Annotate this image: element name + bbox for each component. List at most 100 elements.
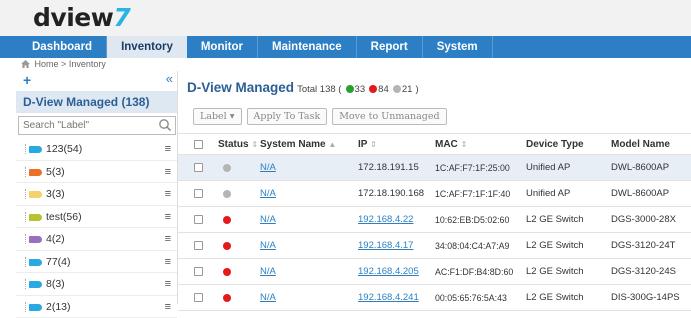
label-menu-icon[interactable]: ≡ xyxy=(165,233,171,245)
label-tag-icon xyxy=(29,214,42,221)
device-type: Unified AP xyxy=(526,181,606,207)
table-row[interactable]: N/A192.168.4.1734:08:04:C4:A7:A9L2 GE Sw… xyxy=(178,233,691,259)
device-type: L2 GE Switch xyxy=(526,233,606,259)
nav-inventory[interactable]: Inventory xyxy=(107,36,187,58)
ip-address[interactable]: 192.168.4.241 xyxy=(358,292,419,303)
label-item-text: 5(3) xyxy=(46,166,65,178)
nav-report[interactable]: Report xyxy=(357,36,423,58)
drag-handle-icon[interactable] xyxy=(25,167,27,177)
gray-status-dot xyxy=(393,85,401,93)
mac-address: 00:05:65:76:5A:43 xyxy=(435,285,525,311)
label-item-text: 123(54) xyxy=(46,143,82,155)
nav-system[interactable]: System xyxy=(423,36,493,58)
column-model-name[interactable]: Model Name xyxy=(611,134,691,156)
label-menu-icon[interactable]: ≡ xyxy=(165,188,171,200)
label-tag-icon xyxy=(29,259,42,266)
nav-maintenance[interactable]: Maintenance xyxy=(258,36,357,58)
page-title-text: D-View Managed xyxy=(187,80,294,95)
model-name: DGS-3000-28X xyxy=(611,207,691,233)
drag-handle-icon[interactable] xyxy=(25,279,27,289)
label-search xyxy=(18,116,175,136)
ip-address[interactable]: 192.168.4.17 xyxy=(358,240,413,251)
label-item[interactable]: test(56)≡ xyxy=(16,206,177,229)
label-dropdown-button[interactable]: Label ▾ xyxy=(193,108,242,125)
label-tag-icon xyxy=(29,236,42,243)
table-row[interactable]: N/A192.168.4.2210:62:EB:D5:02:60L2 GE Sw… xyxy=(178,207,691,233)
label-search-input[interactable] xyxy=(18,116,176,135)
nav-monitor[interactable]: Monitor xyxy=(187,36,258,58)
ip-address[interactable]: 192.168.4.205 xyxy=(358,266,419,277)
row-checkbox[interactable] xyxy=(194,215,203,224)
column-system-name[interactable]: System Name ▲ xyxy=(260,134,350,156)
label-menu-icon[interactable]: ≡ xyxy=(165,301,171,313)
label-menu-icon[interactable]: ≡ xyxy=(165,256,171,268)
device-table: Status ⇕ System Name ▲ IP ⇕ MAC ⇕ Device… xyxy=(178,133,691,311)
drag-handle-icon[interactable] xyxy=(25,234,27,244)
table-row[interactable]: N/A192.168.4.24100:05:65:76:5A:43L2 GE S… xyxy=(178,285,691,311)
apply-to-task-button[interactable]: Apply To Task xyxy=(247,108,328,125)
ip-address: 172.18.191.15 xyxy=(358,162,419,173)
row-checkbox[interactable] xyxy=(194,241,203,250)
table-row[interactable]: N/A 172.18.190.168 1C:AF:F7:1F:1F:40Unifie… xyxy=(178,181,691,207)
row-checkbox[interactable] xyxy=(194,267,203,276)
nav-dashboard[interactable]: Dashboard xyxy=(0,36,107,58)
collapse-sidebar-icon[interactable]: « xyxy=(166,71,173,86)
main-panel: D-View Managed Total 138 ( 33 84 21 ) La… xyxy=(178,71,691,304)
column-mac[interactable]: MAC ⇕ xyxy=(435,134,525,156)
label-item[interactable]: 8(3)≡ xyxy=(16,273,177,296)
label-item[interactable]: 3(3) ≡ xyxy=(16,183,177,206)
row-checkbox[interactable] xyxy=(194,189,203,198)
ip-address[interactable]: 192.168.4.22 xyxy=(358,214,413,225)
device-type: L2 GE Switch xyxy=(526,259,606,285)
move-to-unmanaged-button[interactable]: Move to Unmanaged xyxy=(332,108,446,125)
system-name-link[interactable]: N/A xyxy=(260,292,276,303)
label-menu-icon[interactable]: ≡ xyxy=(165,143,171,155)
row-checkbox[interactable] xyxy=(194,293,203,302)
count-close: ) xyxy=(415,84,418,95)
column-status[interactable]: Status ⇕ xyxy=(218,134,258,156)
label-item[interactable]: 77(4) ≡ xyxy=(16,251,177,274)
home-icon xyxy=(21,60,30,68)
breadcrumb-separator: > xyxy=(61,59,66,69)
table-row[interactable]: N/A172.18.191.151C:AF:F7:1F:25:00Unified… xyxy=(178,155,691,181)
label-sidebar: + « D-View Managed (138) 123(54)≡5(3)≡3(… xyxy=(16,71,178,304)
drag-handle-icon[interactable] xyxy=(25,212,27,222)
breadcrumb-home-link[interactable]: Home xyxy=(35,59,59,69)
drag-handle-icon[interactable] xyxy=(25,257,27,267)
search-icon[interactable] xyxy=(158,118,172,132)
add-label-icon[interactable]: + xyxy=(23,72,31,88)
column-device-type[interactable]: Device Type xyxy=(526,134,606,156)
label-item[interactable]: 2(13)≡ xyxy=(16,296,177,318)
drag-handle-icon[interactable] xyxy=(25,144,27,154)
system-name-link[interactable]: N/A xyxy=(260,214,276,225)
label-menu-icon[interactable]: ≡ xyxy=(165,211,171,223)
dview-logo: dview7 xyxy=(33,3,130,32)
main-nav: Dashboard Inventory Monitor Maintenance … xyxy=(0,36,691,58)
label-item-text: 3(3) xyxy=(46,188,65,200)
label-item[interactable]: 123(54) ≡ xyxy=(16,138,177,161)
label-item-text: 4(2) xyxy=(46,233,65,245)
system-name-link[interactable]: N/A xyxy=(260,240,276,251)
green-status-dot xyxy=(346,85,354,93)
mac-address: 1C:AF:F7:1F:1F:40 xyxy=(435,181,525,207)
row-checkbox[interactable] xyxy=(194,163,203,172)
ip-address: 172.18.190.168 xyxy=(358,188,424,199)
table-row[interactable]: N/A192.168.4.205AC:F1:DF:B4:8D:60L2 GE S… xyxy=(178,259,691,285)
status-dot xyxy=(223,216,231,224)
label-menu-icon[interactable]: ≡ xyxy=(165,278,171,290)
system-name-link[interactable]: N/A xyxy=(260,266,276,277)
model-name: DGS-3120-24S xyxy=(611,259,691,285)
select-all-checkbox[interactable] xyxy=(194,140,203,149)
label-menu-icon[interactable]: ≡ xyxy=(165,166,171,178)
device-type: L2 GE Switch xyxy=(526,207,606,233)
drag-handle-icon[interactable] xyxy=(25,189,27,199)
red-status-dot xyxy=(369,85,377,93)
system-name-link[interactable]: N/A xyxy=(260,162,276,173)
label-item-text: 77(4) xyxy=(46,256,71,268)
label-item[interactable]: 4(2) ≡ xyxy=(16,228,177,251)
sidebar-title[interactable]: D-View Managed (138) xyxy=(16,91,177,113)
drag-handle-icon[interactable] xyxy=(25,302,27,312)
column-ip[interactable]: IP ⇕ xyxy=(358,134,428,156)
label-item[interactable]: 5(3) ≡ xyxy=(16,161,177,184)
system-name-link[interactable]: N/A xyxy=(260,188,276,199)
